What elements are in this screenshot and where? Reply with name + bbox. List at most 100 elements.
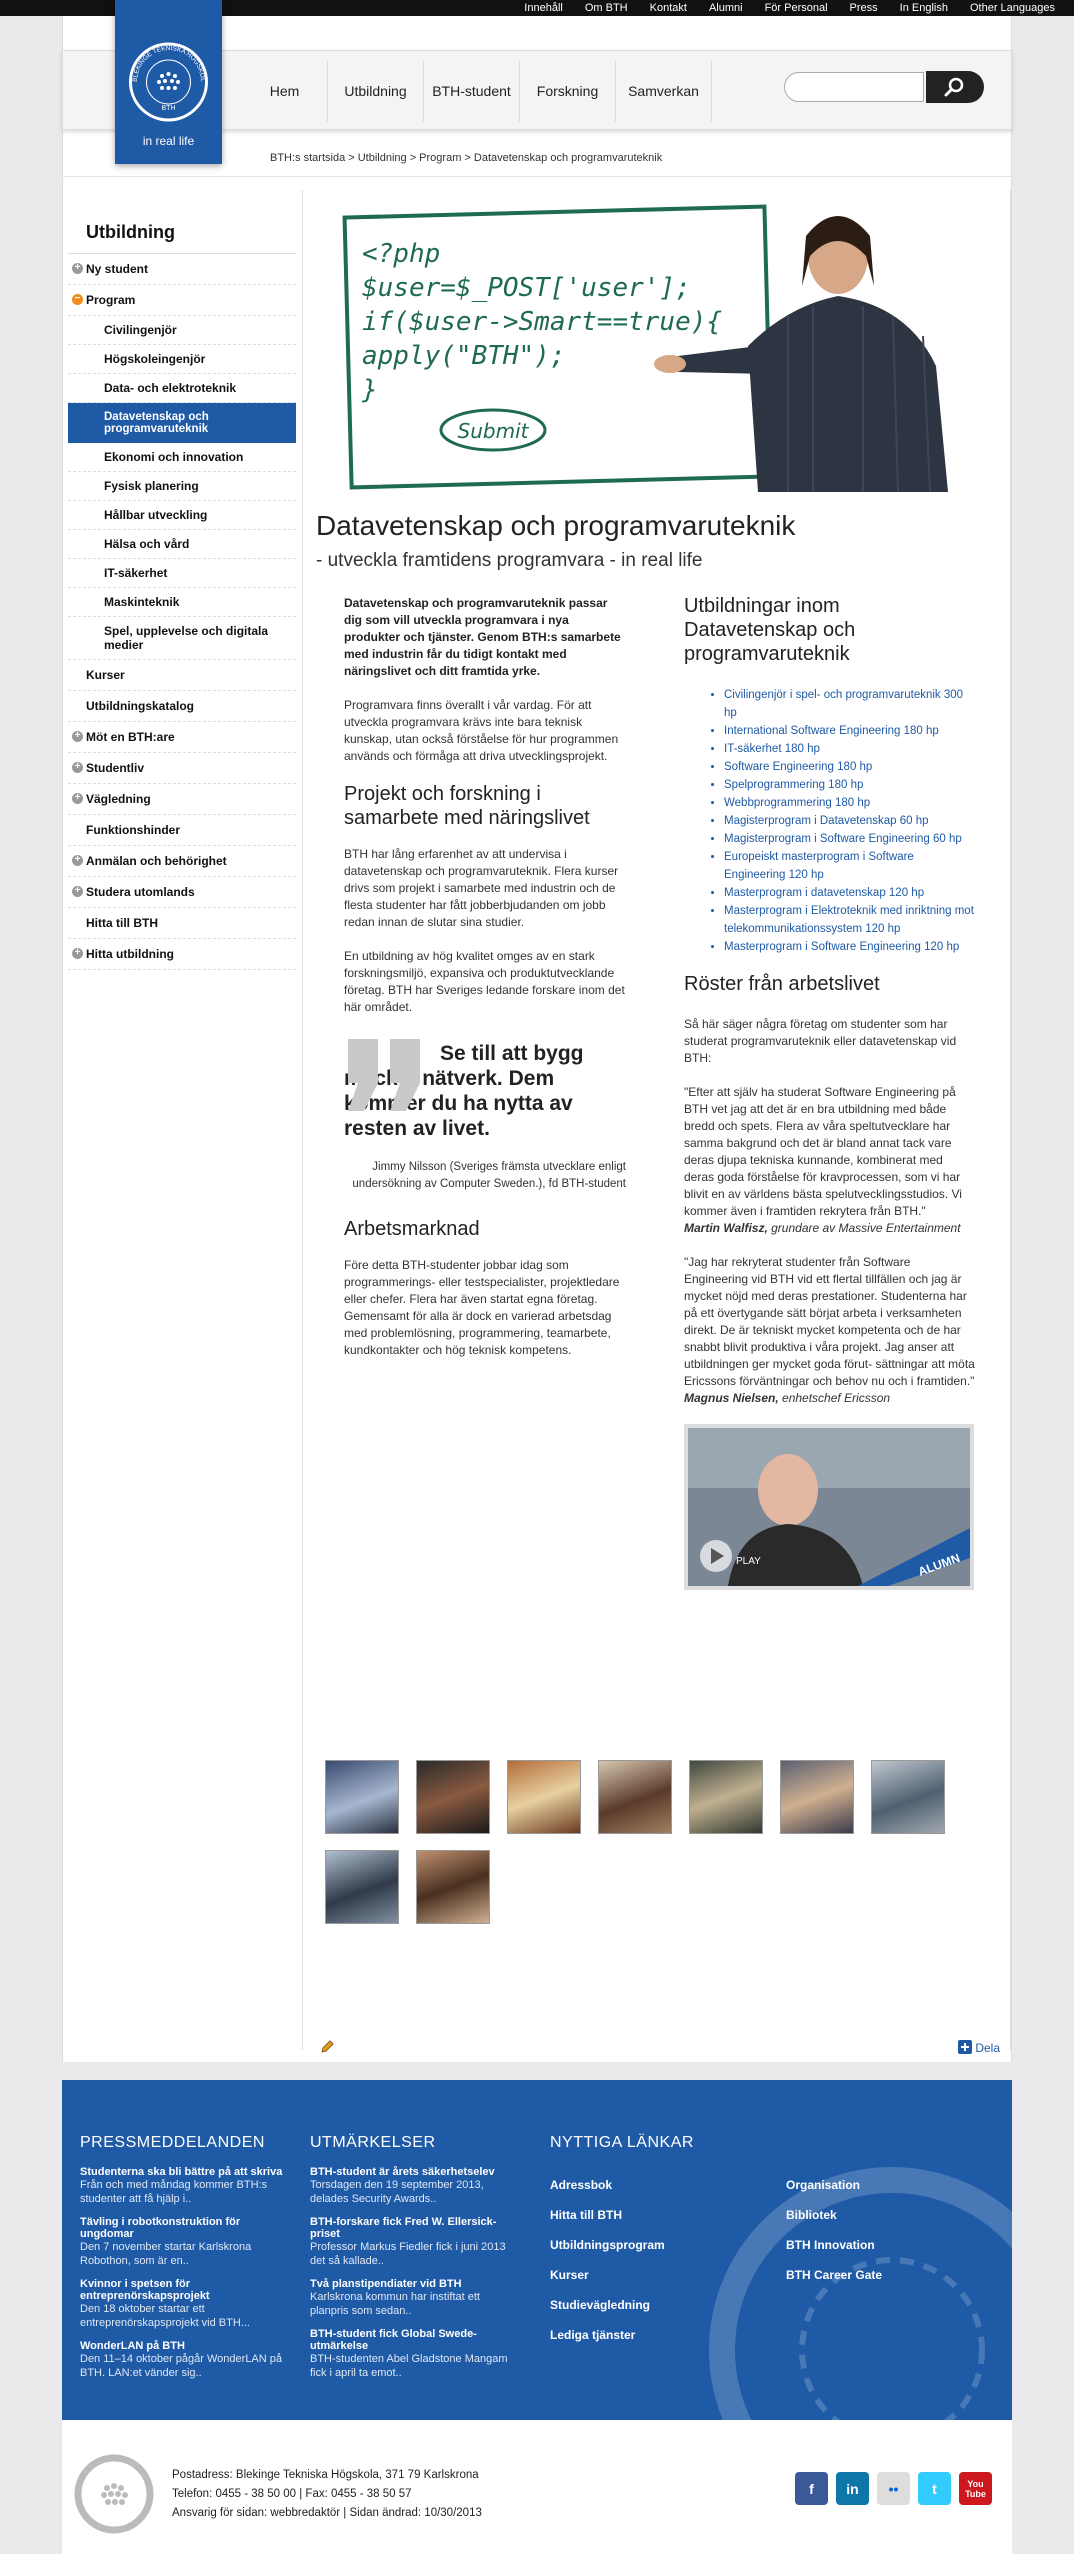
sidebar-item[interactable]: Ekonomi och innovation: [68, 443, 296, 472]
main-nav-item[interactable]: Forskning: [520, 60, 616, 122]
sidebar-item[interactable]: + Anmälan och behörighet: [68, 846, 296, 877]
program-link[interactable]: Magisterprogram i Software Engineering 6…: [724, 830, 976, 848]
search-button[interactable]: [926, 71, 984, 103]
news-item[interactable]: BTH-student fick Global Swede-utmärkelse…: [310, 2328, 520, 2380]
news-item[interactable]: BTH-forskare fick Fred W. Ellersick-pris…: [310, 2216, 520, 2268]
topnav-link[interactable]: In English: [889, 2, 959, 14]
sidebar-item[interactable]: Hållbar utveckling: [68, 501, 296, 530]
gallery-thumb[interactable]: [416, 1850, 490, 1924]
sidebar-item[interactable]: Fysisk planering: [68, 472, 296, 501]
footer-link[interactable]: Studievägledning: [550, 2290, 750, 2320]
breadcrumb[interactable]: BTH:s startsida > Utbildning > Program >…: [270, 152, 662, 164]
footer-link[interactable]: Lediga tjänster: [550, 2320, 750, 2350]
main-nav-item[interactable]: Utbildning: [328, 60, 424, 122]
main-nav-item[interactable]: Hem: [242, 60, 328, 122]
expand-icon[interactable]: +: [72, 886, 83, 897]
news-item[interactable]: BTH-student är årets säkerhetselev Torsda…: [310, 2166, 520, 2206]
divider: [1010, 190, 1011, 2050]
expand-icon[interactable]: +: [72, 762, 83, 773]
sidebar-item[interactable]: Civilingenjör: [68, 316, 296, 345]
news-item[interactable]: Studenterna ska bli bättre på att skriva…: [80, 2166, 290, 2206]
bth-logo[interactable]: BLEKINGE TEKNISKA HÖGSKOLA BTH in real l…: [115, 0, 222, 164]
sidebar-item[interactable]: Högskoleingenjör: [68, 345, 296, 374]
topnav-link[interactable]: Om BTH: [574, 2, 639, 14]
sidebar-item[interactable]: + Studera utomlands: [68, 877, 296, 908]
video-play-label: PLAY: [736, 1556, 761, 1567]
footer-link[interactable]: Organisation: [786, 2170, 986, 2200]
expand-icon[interactable]: +: [72, 263, 83, 274]
program-link[interactable]: IT-säkerhet 180 hp: [724, 740, 976, 758]
flickr-icon[interactable]: ••: [877, 2472, 910, 2505]
sidebar-item[interactable]: − Program: [68, 285, 296, 316]
sidebar-item[interactable]: Kurser: [68, 660, 296, 691]
sidebar-item[interactable]: + Möt en BTH:are: [68, 722, 296, 753]
sidebar-item[interactable]: Data- och elektroteknik: [68, 374, 296, 403]
footer-link[interactable]: Hitta till BTH: [550, 2200, 750, 2230]
sidebar-item[interactable]: + Ny student: [68, 254, 296, 285]
sidebar-item[interactable]: Datavetenskap och programvaruteknik: [68, 403, 296, 443]
twitter-icon[interactable]: t: [918, 2472, 951, 2505]
program-link[interactable]: Masterprogram i Elektroteknik med inrikt…: [724, 902, 976, 938]
topnav-link[interactable]: Kontakt: [639, 2, 698, 14]
topnav-link[interactable]: Other Languages: [959, 2, 1066, 14]
facebook-icon[interactable]: f: [795, 2472, 828, 2505]
expand-icon[interactable]: +: [72, 731, 83, 742]
topnav-link[interactable]: Innehåll: [513, 2, 574, 14]
news-item[interactable]: Två planstipendiater vid BTH Karlskrona k…: [310, 2278, 520, 2318]
sidebar-item[interactable]: Funktionshinder: [68, 815, 296, 846]
sidebar-item[interactable]: Hälsa och vård: [68, 530, 296, 559]
program-link[interactable]: Webbprogrammering 180 hp: [724, 794, 976, 812]
main-nav-item[interactable]: BTH-student: [424, 60, 520, 122]
footer-link[interactable]: Bibliotek: [786, 2200, 986, 2230]
sidebar-item[interactable]: Hitta till BTH: [68, 908, 296, 939]
gallery-thumb[interactable]: [416, 1760, 490, 1834]
program-link[interactable]: Europeiskt masterprogram i Software Engi…: [724, 848, 976, 884]
footer-link[interactable]: Adressbok: [550, 2170, 750, 2200]
sidebar-item[interactable]: IT-säkerhet: [68, 559, 296, 588]
sidebar-item-label: Ekonomi och innovation: [104, 450, 244, 464]
expand-icon[interactable]: +: [72, 855, 83, 866]
collapse-icon[interactable]: −: [72, 294, 83, 305]
expand-icon[interactable]: +: [72, 948, 83, 959]
gallery-thumb[interactable]: [325, 1850, 399, 1924]
program-link[interactable]: Software Engineering 180 hp: [724, 758, 976, 776]
news-item[interactable]: Kvinnor i spetsen för entreprenörskapspr…: [80, 2278, 290, 2330]
sidebar-item[interactable]: + Hitta utbildning: [68, 939, 296, 970]
program-link[interactable]: Masterprogram i datavetenskap 120 hp: [724, 884, 976, 902]
sidebar-item[interactable]: Utbildningskatalog: [68, 691, 296, 722]
youtube-icon[interactable]: You Tube: [959, 2472, 992, 2505]
gallery-thumb[interactable]: [780, 1760, 854, 1834]
linkedin-icon[interactable]: in: [836, 2472, 869, 2505]
footer-link[interactable]: BTH Career Gate: [786, 2260, 986, 2290]
gallery-thumb[interactable]: [689, 1760, 763, 1834]
alumni-video[interactable]: PLAY ALUMN: [684, 1424, 974, 1590]
program-link[interactable]: Spelprogrammering 180 hp: [724, 776, 976, 794]
news-item[interactable]: Tävling i robotkonstruktion för ungdomar…: [80, 2216, 290, 2268]
program-link[interactable]: Magisterprogram i Datavetenskap 60 hp: [724, 812, 976, 830]
expand-icon[interactable]: +: [72, 793, 83, 804]
sidebar-item[interactable]: Spel, upplevelse och digitala medier: [68, 617, 296, 660]
topnav-link[interactable]: Alumni: [698, 2, 754, 14]
gallery-thumb[interactable]: [325, 1760, 399, 1834]
topnav-link[interactable]: Press: [839, 2, 889, 14]
search-input[interactable]: [784, 72, 924, 102]
gallery-thumb[interactable]: [507, 1760, 581, 1834]
program-link[interactable]: International Software Engineering 180 h…: [724, 722, 976, 740]
sidebar-item[interactable]: Maskinteknik: [68, 588, 296, 617]
program-link[interactable]: Civilingenjör i spel- och programvarutek…: [724, 686, 976, 722]
testimonial-text: "Efter att själv ha studerat Software En…: [684, 1085, 962, 1218]
sidebar-item[interactable]: + Vägledning: [68, 784, 296, 815]
edit-pencil-icon[interactable]: [320, 2040, 334, 2054]
main-nav-item[interactable]: Samverkan: [616, 60, 712, 122]
footer-link[interactable]: Kurser: [550, 2260, 750, 2290]
program-link[interactable]: Masterprogram i Software Engineering 120…: [724, 938, 976, 956]
gallery-thumb[interactable]: [871, 1760, 945, 1834]
share-button[interactable]: Dela: [958, 2040, 1000, 2055]
gallery-thumb[interactable]: [598, 1760, 672, 1834]
footer-link[interactable]: Utbildningsprogram: [550, 2230, 750, 2260]
news-item[interactable]: WonderLAN på BTH Den 11–14 oktober pågår …: [80, 2340, 290, 2380]
topnav-link[interactable]: För Personal: [754, 2, 839, 14]
share-plus-icon: [958, 2040, 972, 2054]
footer-link[interactable]: BTH Innovation: [786, 2230, 986, 2260]
sidebar-item[interactable]: + Studentliv: [68, 753, 296, 784]
